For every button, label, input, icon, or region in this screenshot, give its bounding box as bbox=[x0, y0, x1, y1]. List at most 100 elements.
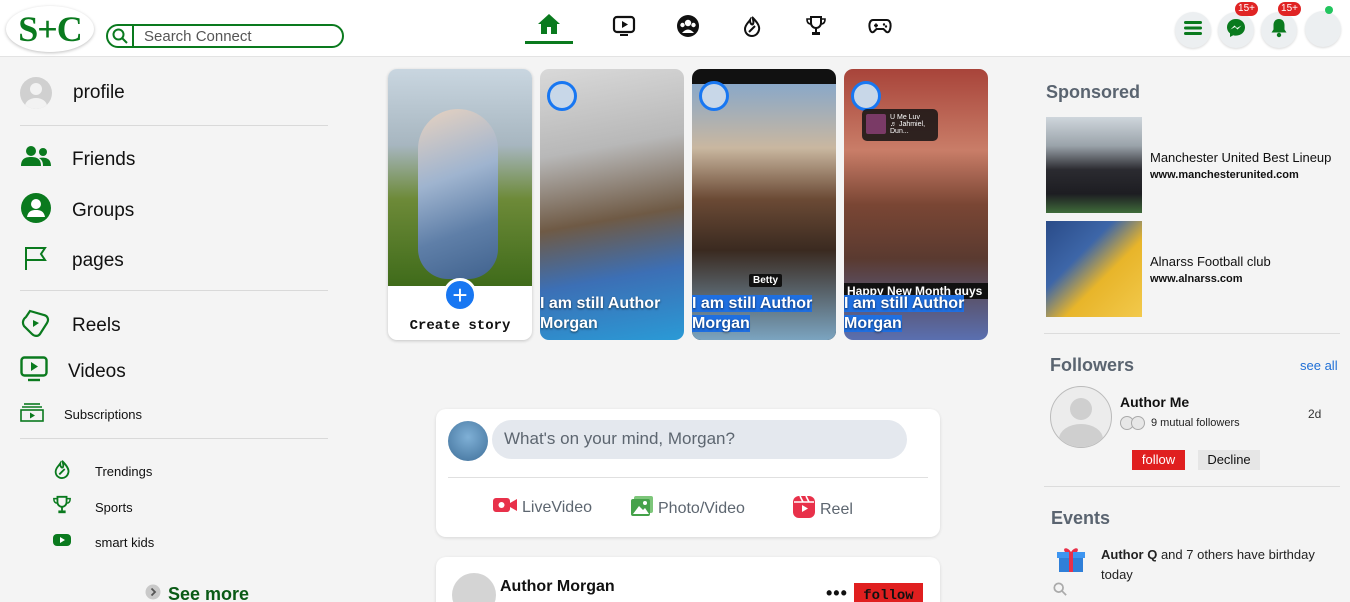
video-icon bbox=[20, 356, 48, 387]
avatar[interactable] bbox=[448, 421, 488, 461]
plus-icon[interactable]: + bbox=[443, 278, 477, 312]
see-more-button[interactable]: See more bbox=[145, 584, 249, 602]
sidebar-item-sports[interactable]: Sports bbox=[52, 495, 133, 520]
live-video-label: LiveVideo bbox=[522, 498, 592, 516]
create-story-label: Create story bbox=[409, 318, 511, 334]
sponsored-ad[interactable]: Manchester United Best Lineup www.manche… bbox=[1046, 117, 1331, 213]
top-bar: S+C Search Connect 15+ 15+ bbox=[0, 0, 1350, 57]
nav-sports[interactable] bbox=[792, 12, 840, 44]
sidebar-item-friends[interactable]: Friends bbox=[20, 144, 135, 175]
messenger-button[interactable]: 15+ bbox=[1218, 2, 1258, 48]
reel-button[interactable]: Reel bbox=[792, 495, 853, 524]
story-caption-line: I am still Author bbox=[540, 295, 661, 312]
trending-icon bbox=[742, 15, 762, 42]
event-person: Author Q bbox=[1101, 547, 1158, 562]
notifications-button[interactable]: 15+ bbox=[1261, 2, 1301, 48]
friends-icon bbox=[20, 144, 52, 175]
logo[interactable]: S+C bbox=[6, 6, 94, 52]
more-options-icon[interactable]: ••• bbox=[826, 583, 848, 602]
sponsored-title: Sponsored bbox=[1046, 82, 1141, 102]
story-name-tag: Betty bbox=[749, 274, 783, 287]
sidebar-item-label: smart kids bbox=[95, 535, 155, 550]
music-sticker: U Me Luv ♬ Jahmiel, Dun... bbox=[862, 109, 938, 141]
story-caption-line: Morgan bbox=[692, 315, 750, 332]
search-box[interactable] bbox=[106, 24, 344, 48]
follower-name[interactable]: Author Me bbox=[1120, 394, 1189, 410]
sidebar-item-trendings[interactable]: Trendings bbox=[52, 459, 152, 484]
sidebar-item-profile[interactable]: profile bbox=[20, 77, 125, 109]
post-composer: What's on your mind, Morgan? LiveVideo P… bbox=[436, 409, 940, 537]
story-caption-line: Morgan bbox=[540, 315, 598, 332]
sidebar-item-label: Reels bbox=[72, 314, 121, 336]
create-story-card[interactable]: + Create story bbox=[388, 69, 532, 340]
event-text: and 7 others have birthday bbox=[1157, 547, 1315, 562]
nav-gaming[interactable] bbox=[856, 12, 904, 44]
ad-image bbox=[1046, 221, 1142, 317]
menu-button[interactable] bbox=[1175, 12, 1211, 48]
story-avatar bbox=[851, 81, 881, 111]
sidebar-item-label: pages bbox=[72, 249, 124, 271]
search-icon[interactable] bbox=[108, 26, 134, 46]
nav-groups[interactable] bbox=[664, 12, 712, 44]
subscriptions-icon bbox=[20, 402, 44, 427]
story-avatar bbox=[699, 81, 729, 111]
photo-video-button[interactable]: Photo/Video bbox=[630, 495, 745, 522]
sidebar-item-label: Friends bbox=[72, 148, 136, 170]
photo-video-label: Photo/Video bbox=[658, 499, 745, 517]
gift-icon bbox=[1056, 544, 1086, 579]
nav-trending[interactable] bbox=[728, 12, 776, 44]
story-card[interactable]: U Me Luv ♬ Jahmiel, Dun... Happy New Mon… bbox=[844, 69, 988, 340]
nav-videos[interactable] bbox=[600, 12, 648, 44]
story-card[interactable]: I am still Author Morgan bbox=[540, 69, 684, 340]
messenger-icon bbox=[1226, 18, 1246, 43]
avatar bbox=[20, 77, 52, 109]
sidebar-item-label: profile bbox=[73, 82, 125, 103]
live-video-button[interactable]: LiveVideo bbox=[492, 495, 592, 520]
sidebar-item-subscriptions[interactable]: Subscriptions bbox=[20, 402, 142, 427]
birthday-event[interactable]: Author Q and 7 others have birthday toda… bbox=[1101, 545, 1341, 585]
follow-button[interactable]: follow bbox=[854, 583, 923, 602]
divider bbox=[20, 125, 328, 126]
divider bbox=[20, 438, 328, 439]
search-icon bbox=[1053, 582, 1067, 601]
avatar[interactable] bbox=[1050, 386, 1112, 448]
chevron-right-icon bbox=[145, 584, 161, 602]
account-avatar[interactable] bbox=[1305, 11, 1341, 47]
nav-home[interactable] bbox=[525, 12, 573, 44]
photo-icon bbox=[630, 495, 654, 522]
live-video-icon bbox=[492, 495, 518, 520]
decline-button[interactable]: Decline bbox=[1198, 450, 1260, 470]
reels-icon bbox=[20, 309, 52, 342]
whats-on-your-mind-input[interactable]: What's on your mind, Morgan? bbox=[492, 420, 907, 459]
video-icon bbox=[612, 15, 636, 42]
sidebar-item-label: Trendings bbox=[95, 464, 153, 479]
search-input[interactable] bbox=[134, 27, 334, 45]
sidebar-item-pages[interactable]: pages bbox=[20, 245, 124, 276]
see-more-label: See more bbox=[168, 584, 250, 602]
divider bbox=[1044, 333, 1340, 334]
sidebar-item-groups[interactable]: Groups bbox=[20, 192, 134, 229]
menu-icon bbox=[1184, 20, 1202, 41]
follow-button[interactable]: follow bbox=[1132, 450, 1185, 470]
sidebar-item-label: Subscriptions bbox=[64, 407, 143, 422]
post-author[interactable]: Author Morgan bbox=[500, 578, 615, 596]
story-caption-line: I am still Author bbox=[692, 295, 813, 312]
story-caption: I am still Author Morgan bbox=[540, 294, 684, 334]
messenger-badge: 15+ bbox=[1235, 2, 1258, 16]
avatar[interactable] bbox=[452, 573, 496, 602]
events-title: Events bbox=[1051, 508, 1111, 528]
groups-icon bbox=[20, 192, 52, 229]
story-card[interactable]: Betty I am still Author Morgan bbox=[692, 69, 836, 340]
sidebar-item-videos[interactable]: Videos bbox=[20, 356, 126, 387]
sidebar-item-reels[interactable]: Reels bbox=[20, 309, 121, 342]
sidebar-item-smart-kids[interactable]: smart kids bbox=[52, 532, 154, 553]
sidebar-item-label: Videos bbox=[68, 360, 126, 382]
trophy-icon bbox=[52, 495, 72, 520]
see-all-link[interactable]: see all bbox=[1300, 358, 1338, 373]
left-sidebar: profile Friends Groups pages Reels Video… bbox=[0, 58, 340, 602]
trophy-icon bbox=[805, 15, 827, 42]
reel-label: Reel bbox=[820, 500, 853, 518]
sponsored-ad[interactable]: Alnarss Football club www.alnarss.com bbox=[1046, 221, 1271, 317]
right-sidebar: Sponsored Manchester United Best Lineup … bbox=[1040, 58, 1350, 602]
feed-post: Author Morgan ••• follow bbox=[436, 557, 940, 602]
